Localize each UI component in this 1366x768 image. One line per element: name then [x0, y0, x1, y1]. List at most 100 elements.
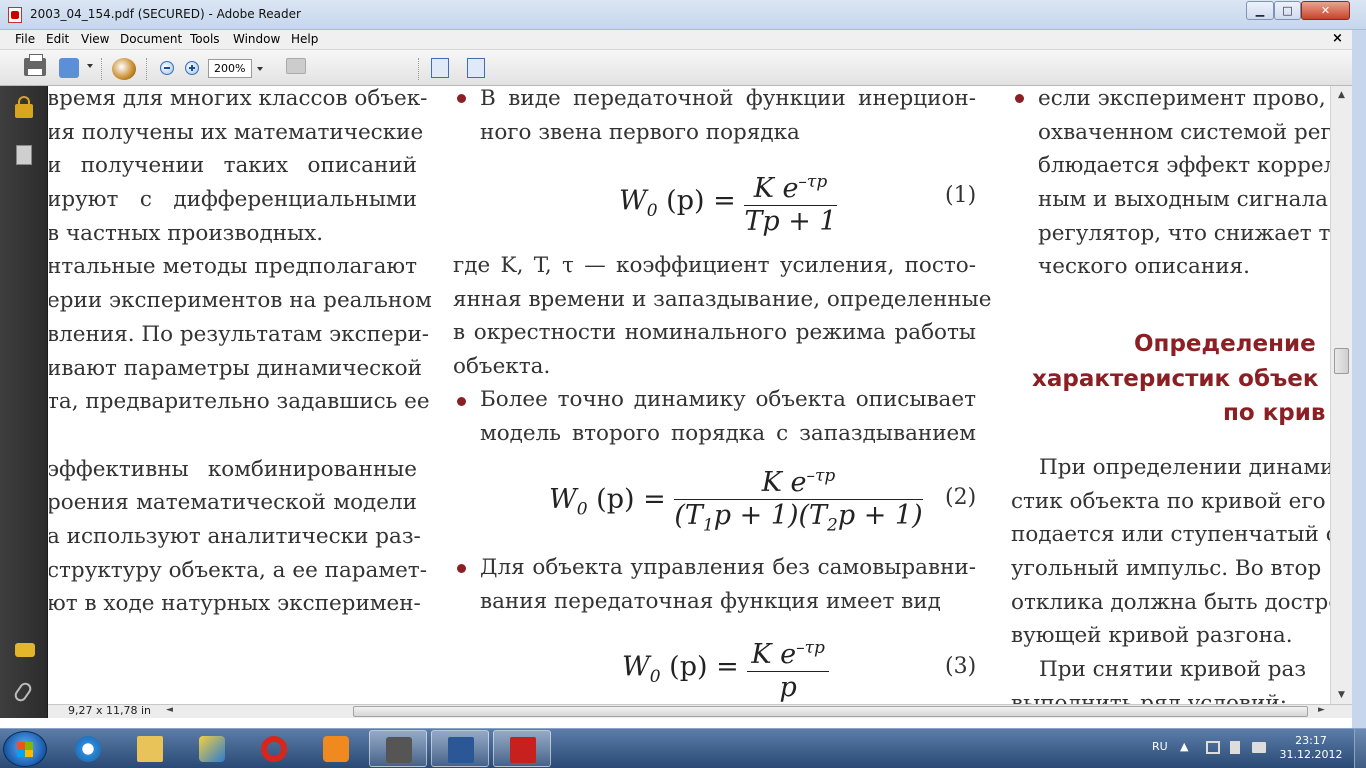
zoom-out-icon[interactable]: [160, 61, 174, 75]
menu-document[interactable]: Document: [120, 32, 182, 46]
close-document-button[interactable]: ×: [1332, 31, 1343, 46]
clock[interactable]: 23:17 31.12.2012: [1276, 734, 1346, 762]
formula-2: W0 (p) = K e–τp (T1p + 1)(T2p + 1): [549, 460, 923, 541]
formula-text: (p) =: [657, 185, 736, 217]
taskbar-opera[interactable]: [245, 730, 303, 767]
menu-window[interactable]: Window: [233, 32, 280, 46]
formula-text: 0: [646, 200, 658, 221]
clock-date: 31.12.2012: [1279, 748, 1343, 761]
network-icon[interactable]: [1206, 741, 1220, 754]
text-line: угольный импульс. Во втор: [1011, 556, 1322, 582]
formula-text: K e: [753, 173, 799, 204]
menu-view[interactable]: View: [81, 32, 109, 46]
fit-width-icon[interactable]: [431, 58, 449, 78]
fraction-denominator: p: [779, 672, 797, 703]
text-line: стик объекта по кривой его: [1011, 488, 1326, 514]
taskbar-word[interactable]: [431, 730, 489, 767]
menu-help[interactable]: Help: [291, 32, 318, 46]
formula-3: W0 (p) = K e–τp p: [622, 632, 829, 704]
paragraph: При определении динами стик объекта по к…: [1011, 451, 1330, 704]
text-line: если эксперимент прово,: [1038, 86, 1326, 111]
taskbar-adobe-reader[interactable]: [493, 730, 551, 767]
formula-text: K e: [751, 639, 797, 670]
text-line: регулятор, что снижает то: [1038, 220, 1330, 246]
taskbar-media-player[interactable]: [307, 730, 365, 767]
taskbar-internet-explorer[interactable]: [59, 730, 117, 767]
section-heading: Определение: [1134, 331, 1316, 357]
zoom-input[interactable]: 200%: [208, 59, 252, 78]
text-line: модель второго порядка с запаздыванием: [480, 420, 976, 446]
volume-icon[interactable]: [1230, 741, 1240, 754]
text-line: вания передаточная функция имеет вид: [480, 588, 941, 614]
formula-text: (p) =: [587, 484, 666, 516]
menu-file[interactable]: File: [15, 32, 35, 46]
formula-text: p + 1)(T: [713, 500, 828, 531]
scroll-thumb[interactable]: [1334, 348, 1349, 374]
opera-icon: [261, 736, 287, 762]
text-line: вления. По результатам экспери-: [49, 321, 430, 347]
horizontal-scroll-thumb[interactable]: [353, 706, 1308, 717]
lock-icon[interactable]: [15, 96, 33, 118]
chevron-down-icon[interactable]: [87, 64, 93, 68]
text-line: Более точно динамику объекта описывает: [480, 387, 976, 412]
formula-1: W0 (p) = K e–τp Tp + 1: [619, 166, 837, 238]
minimize-button[interactable]: ▁: [1246, 1, 1274, 20]
toolbar: [0, 50, 1352, 86]
scroll-up-icon[interactable]: ▲: [1331, 86, 1352, 104]
text-line: объекта.: [453, 354, 551, 380]
pages-icon[interactable]: [16, 145, 32, 165]
create-pdf-icon[interactable]: [59, 58, 79, 78]
document-page: время для многих классов объек- ия получ…: [49, 86, 1330, 704]
text-line: и получении таких описаний: [49, 153, 417, 179]
maximize-button[interactable]: □: [1274, 1, 1301, 20]
fraction-denominator: (T1p + 1)(T2p + 1): [674, 500, 922, 541]
scroll-down-icon[interactable]: ▼: [1331, 686, 1352, 704]
section-heading: характеристик объек: [1032, 366, 1319, 392]
text-line: структуру объекта, а ее парамет-: [49, 557, 427, 583]
battery-icon[interactable]: [1252, 742, 1266, 753]
zoom-dropdown-icon[interactable]: [257, 67, 263, 71]
text-column-right: если эксперимент прово, охваченном систе…: [1038, 86, 1330, 284]
print-icon[interactable]: [24, 54, 46, 76]
vertical-scrollbar[interactable]: ▲ ▼: [1330, 86, 1352, 704]
text-line: где K, T, τ — коэффициент усиления, пост…: [453, 253, 976, 278]
taskbar-app[interactable]: [183, 730, 241, 767]
text-line: ия получены их математические: [49, 119, 424, 145]
scanner-icon: [386, 737, 412, 763]
menu-tools[interactable]: Tools: [190, 32, 220, 46]
system-tray: RU ▲ 23:17 31.12.2012: [1140, 729, 1366, 768]
equation-number: (3): [945, 654, 977, 679]
text-line: охваченном системой регу: [1038, 119, 1330, 145]
start-button[interactable]: [3, 731, 47, 767]
formula-text: 2: [827, 515, 838, 536]
paragraph: где K, T, τ — коэффициент усиления, пост…: [453, 249, 991, 384]
folder-icon: [137, 736, 163, 762]
menu-edit[interactable]: Edit: [46, 32, 69, 46]
window-title: 2003_04_154.pdf (SECURED) - Adobe Reader: [30, 7, 301, 21]
comments-icon[interactable]: [15, 643, 35, 657]
scroll-right-icon[interactable]: ►: [1318, 705, 1325, 715]
fraction: K e–τp (T1p + 1)(T2p + 1): [674, 460, 923, 541]
close-button[interactable]: ✕: [1301, 1, 1350, 20]
formula-text: 0: [649, 666, 661, 687]
navigation-pane: [0, 86, 48, 718]
show-hidden-icons-icon[interactable]: ▲: [1180, 740, 1188, 753]
text-line: отклика должна быть достро: [1011, 589, 1330, 615]
show-desktop-button[interactable]: [1354, 729, 1366, 768]
language-indicator[interactable]: RU: [1152, 740, 1168, 753]
fit-page-icon[interactable]: [467, 58, 485, 78]
bullet-text: Более точно динамику объекта описывает м…: [480, 383, 976, 450]
section-heading: по крив: [1223, 400, 1326, 426]
formula-text: W: [619, 185, 647, 217]
snapshot-icon[interactable]: [286, 58, 306, 74]
zoom-in-icon[interactable]: [185, 61, 199, 75]
collaborate-icon[interactable]: [112, 58, 136, 80]
taskbar-explorer[interactable]: [121, 730, 179, 767]
text-line: а используют аналитически раз-: [49, 523, 421, 549]
fraction: K e–τp Tp + 1: [744, 166, 837, 238]
word-icon: [448, 737, 474, 763]
scroll-left-icon[interactable]: ◄: [166, 705, 173, 715]
text-line: нтальные методы предполагают: [49, 254, 417, 280]
taskbar-scanner[interactable]: [369, 730, 427, 767]
text-line: При определении динами: [1039, 455, 1330, 480]
